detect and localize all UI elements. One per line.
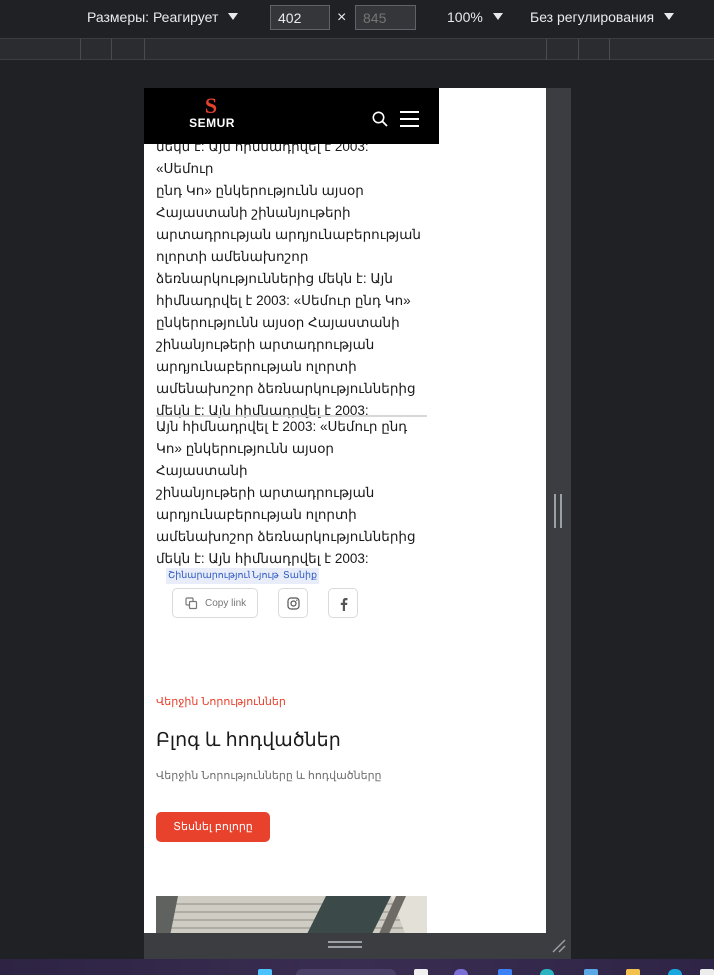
article-paragraph: Այն հիմնադրվել է 2003: «Սեմուր ընդ Կո» ըն… <box>156 416 428 570</box>
paragraph-line: հիմնադրվել է 2003: «Սեմուր ընդ Կո» <box>156 293 411 308</box>
news-teaser-image[interactable] <box>156 896 427 933</box>
paragraph-line: ձեռնարկություններից մեկն է: Այն <box>156 271 393 286</box>
chevron-down-icon <box>228 13 239 20</box>
os-taskbar <box>0 959 714 975</box>
media-query-segment[interactable] <box>546 39 547 60</box>
times-sign: × <box>337 9 347 26</box>
chevron-down-icon <box>664 13 675 20</box>
paragraph-line: շինանյութերի արտադրության <box>156 485 375 500</box>
section-eyebrow: Վերջին Նորություններ <box>156 696 286 708</box>
copy-link-button[interactable]: Copy link <box>172 588 258 618</box>
media-query-segment[interactable] <box>144 39 145 60</box>
semur-logo[interactable]: S SEMUR <box>186 93 238 136</box>
media-query-segment[interactable] <box>578 39 579 60</box>
taskbar-search-icon[interactable] <box>296 969 396 975</box>
resize-corner-icon[interactable] <box>551 938 567 954</box>
instagram-share-button[interactable] <box>278 588 308 618</box>
taskbar-app-icon[interactable] <box>414 969 428 975</box>
media-query-segment[interactable] <box>609 39 610 60</box>
dimensions-label: Размеры: Реагирует <box>87 9 219 25</box>
folder-icon[interactable] <box>626 969 640 975</box>
paragraph-line: ամենախոշոր ձեռնարկություններից <box>156 381 416 396</box>
paragraph-line: ընդ Կո» ընկերությունն այսօր <box>156 183 364 198</box>
see-all-button[interactable]: Տեսնել բոլորը <box>156 812 270 842</box>
tag-construction[interactable]: Շինարարություն <box>166 568 256 584</box>
zoom-label: 100% <box>447 9 483 25</box>
article-paragraph: մեկն է: Այն հիմնադրվել է 2003: «Սեմուր ըն… <box>156 136 428 422</box>
dimensions-dropdown[interactable]: Размеры: Реагирует <box>87 9 239 25</box>
width-input[interactable] <box>270 5 330 30</box>
paragraph-line: ամենախոշոր ձեռնարկություններից <box>156 529 416 544</box>
site-header: S SEMUR <box>144 88 439 144</box>
start-icon[interactable] <box>258 969 272 975</box>
section-subtitle: Վերջին Նորությունները և հոդվածները <box>156 770 382 782</box>
taskbar-app-icon[interactable] <box>700 969 714 975</box>
paragraph-line: Այն հիմնադրվել է 2003: «Սեմուր ընդ <box>156 419 408 434</box>
height-input[interactable] <box>355 5 416 30</box>
throttle-label: Без регулирования <box>530 9 655 25</box>
media-query-segment[interactable] <box>80 39 81 60</box>
copy-icon <box>185 597 198 610</box>
logo-mark: S <box>204 93 218 118</box>
section-title: Բլոգ և հոդվածներ <box>156 730 341 751</box>
instagram-icon <box>287 597 300 610</box>
paragraph-line: մեկն է: Այն հիմնադրվել է 2003: <box>156 551 369 566</box>
media-query-segment[interactable] <box>111 39 112 60</box>
paragraph-line: արդյունաբերության ոլորտի <box>156 507 357 522</box>
resize-handle-horizontal[interactable] <box>328 941 362 949</box>
chevron-down-icon <box>492 13 503 20</box>
search-icon[interactable] <box>372 111 388 127</box>
facebook-share-button[interactable] <box>328 588 358 618</box>
hamburger-menu-icon[interactable] <box>400 111 420 127</box>
zoom-dropdown[interactable]: 100% <box>447 9 503 25</box>
taskbar-app-icon[interactable] <box>668 969 682 975</box>
paragraph-line: Կո» ընկերությունն այսօր Հայաստանի <box>156 441 334 478</box>
tag-roof[interactable]: Տանիք <box>281 568 320 584</box>
taskbar-app-icon[interactable] <box>584 969 598 975</box>
tag-material[interactable]: Նյութ <box>250 568 281 584</box>
logo-wordmark: SEMUR <box>189 116 235 130</box>
paragraph-line: ոլորտի ամենախոշոր <box>156 249 309 264</box>
paragraph-line: արտադրության արդյունաբերության <box>156 227 421 242</box>
paragraph-line: ընկերությունն այսօր Հայաստանի <box>156 315 400 330</box>
media-query-bar[interactable] <box>0 38 714 60</box>
taskbar-app-icon[interactable] <box>540 969 554 975</box>
taskbar-app-icon[interactable] <box>498 969 512 975</box>
paragraph-line: շինանյութերի արտադրության <box>156 337 375 352</box>
resize-handle-vertical[interactable] <box>554 494 563 528</box>
facebook-icon <box>340 598 348 611</box>
throttle-dropdown[interactable]: Без регулирования <box>530 9 675 25</box>
device-viewport: S SEMUR մեկն է: Այն հիմնադրվել է 2003: «… <box>144 88 546 933</box>
devtools-device-toolbar: Размеры: Реагирует × 100% Без регулирова… <box>0 0 714 36</box>
taskbar-app-icon[interactable] <box>454 969 468 975</box>
paragraph-line: Հայաստանի շինանյութերի <box>156 205 351 220</box>
paragraph-line: արդյունաբերության ոլորտի <box>156 359 357 374</box>
copy-link-label: Copy link <box>205 598 247 609</box>
